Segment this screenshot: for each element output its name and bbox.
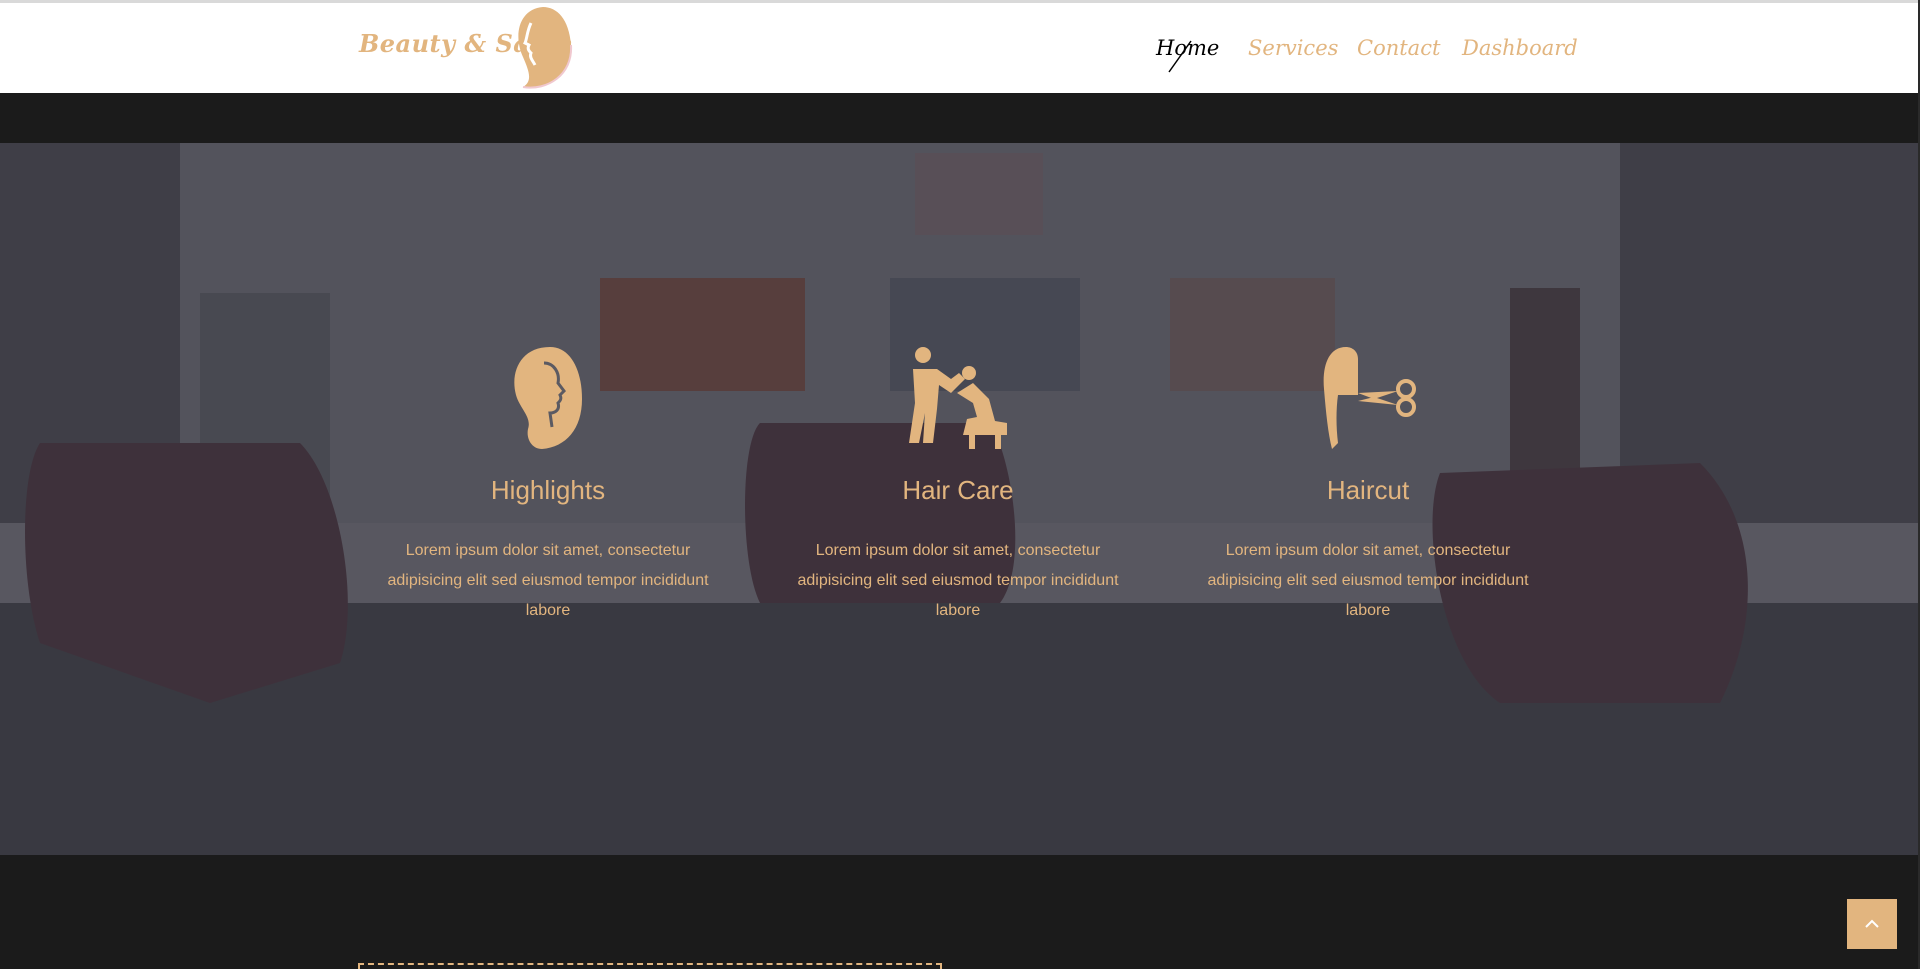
dashed-section-frame bbox=[358, 963, 942, 969]
feature-description: Lorem ipsum dolor sit amet, consectetur … bbox=[797, 542, 1119, 619]
feature-title: Hair Care bbox=[902, 475, 1014, 505]
feature-description: Lorem ipsum dolor sit amet, consectetur … bbox=[1207, 542, 1529, 619]
feature-hair-care: Hair Care Lorem ipsum dolor sit amet, co… bbox=[788, 343, 1128, 626]
chevron-up-icon bbox=[1865, 919, 1879, 928]
feature-title: Haircut bbox=[1326, 475, 1410, 505]
feature-highlights: Highlights Lorem ipsum dolor sit amet, c… bbox=[378, 343, 718, 626]
hair-washing-icon bbox=[909, 347, 1007, 449]
salon-hero-section: Highlights Lorem ipsum dolor sit amet, c… bbox=[0, 143, 1920, 855]
navbar: Beauty & Salon Home Services Contact Das… bbox=[0, 3, 1918, 93]
feature-haircut: Haircut Lorem ipsum dolor sit amet, cons… bbox=[1198, 343, 1538, 626]
nav-contact[interactable]: Contact bbox=[1357, 36, 1440, 60]
nav-services[interactable]: Services bbox=[1248, 36, 1338, 60]
hero-top-band bbox=[0, 93, 1920, 143]
nav-dashboard[interactable]: Dashboard bbox=[1462, 36, 1578, 60]
feature-description: Lorem ipsum dolor sit amet, consectetur … bbox=[387, 542, 709, 619]
haircut-scissors-icon bbox=[1323, 347, 1416, 449]
brand-logo[interactable]: Beauty & Salon bbox=[358, 3, 588, 93]
woman-profile-icon bbox=[514, 347, 582, 449]
woman-silhouette-logo-icon bbox=[518, 7, 573, 89]
back-to-top-button[interactable] bbox=[1847, 899, 1897, 949]
active-nav-slash bbox=[1168, 40, 1192, 73]
feature-title: Highlights bbox=[490, 475, 606, 505]
